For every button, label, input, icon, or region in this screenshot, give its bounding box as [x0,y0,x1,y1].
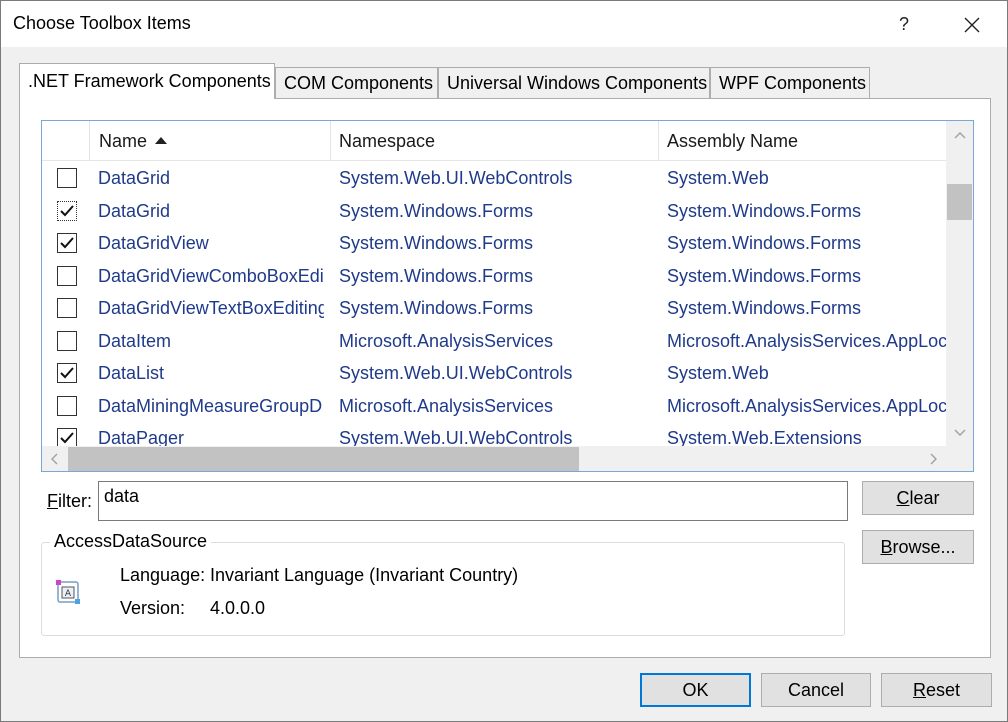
namespace-cell: System.Web.UI.WebControls [339,363,573,383]
assembly-name-cell: System.Web [667,363,769,383]
clear-button[interactable]: Clear [862,481,974,515]
reset-button[interactable]: Reset [881,673,992,707]
assembly-name-cell: System.Web [667,168,769,188]
chevron-up-icon [954,132,965,139]
checkbox-column-header[interactable] [42,121,90,161]
column-header-assembly-name[interactable]: Assembly Name [659,121,946,161]
row-checkbox[interactable] [57,265,77,286]
language-value: Invariant Language (Invariant Country) [210,565,519,585]
assembly-name-cell: System.Windows.Forms [667,200,862,221]
component-name-cell: DataList [98,363,165,383]
namespace-cell: System.Windows.Forms [339,233,534,253]
component-details-group: AccessDataSource A Language: Invariant L… [41,531,845,636]
table-row[interactable]: DataGrid System.Windows.Forms System.Windo… [42,195,946,228]
table-row[interactable]: DataList System.Web.UI.WebControls System.… [42,357,946,390]
list-header: Name Namespace Assembly Name [42,121,946,161]
ok-button[interactable]: OK [640,673,751,707]
chevron-down-icon [954,429,965,436]
table-row[interactable]: DataMiningMeasureGroupD Microsoft.Analysi… [42,390,946,423]
component-name-cell: DataGridViewTextBoxEditing [98,298,324,318]
component-name-cell: DataGrid [98,168,171,188]
namespace-cell: System.Windows.Forms [339,298,534,318]
tab-panel: Name Namespace Assembly Name DataGrid Sys… [19,98,991,658]
namespace-cell: Microsoft.AnalysisServices [339,395,554,416]
horizontal-scroll-thumb[interactable] [68,447,579,471]
choose-toolbox-items-dialog: Choose Toolbox Items ? .NET Framework Co… [0,0,1008,722]
close-icon [964,17,980,33]
scroll-up-button[interactable] [946,125,973,147]
filter-label: Filter: [47,491,93,511]
title-bar: Choose Toolbox Items ? [1,1,1007,47]
scroll-right-button[interactable] [922,446,944,471]
table-row[interactable]: DataGridViewComboBoxEdit System.Windows.F… [42,260,946,293]
component-name-cell: DataMiningMeasureGroupD [98,395,323,416]
row-checkbox[interactable] [57,330,77,351]
component-name-cell: DataGridViewComboBoxEdit [98,265,324,286]
tab-wpf-components[interactable]: WPF Components [710,67,870,99]
namespace-cell: System.Web.UI.WebControls [339,168,573,188]
checkmark-icon [60,237,74,249]
window-title: Choose Toolbox Items [13,13,191,33]
row-checkbox[interactable] [57,363,77,383]
version-label: Version: [120,598,186,618]
vertical-scrollbar[interactable] [946,121,973,446]
row-checkbox[interactable] [57,395,77,416]
table-row[interactable]: DataPager System.Web.UI.WebControls System… [42,422,946,447]
checkmark-icon [60,432,74,444]
tab-net-framework-components[interactable]: .NET Framework Components [19,63,275,99]
namespace-cell: Microsoft.AnalysisServices [339,330,554,351]
component-name-cell: DataPager [98,428,185,447]
component-details-title: AccessDataSource [50,531,212,552]
table-row[interactable]: DataGridView System.Windows.Forms System.W… [42,227,946,260]
scroll-down-button[interactable] [946,421,973,443]
component-icon: A [56,580,80,604]
version-value: 4.0.0.0 [210,598,266,618]
row-checkbox[interactable] [57,233,77,253]
table-row[interactable]: DataItem Microsoft.AnalysisServices Micros… [42,325,946,358]
chevron-left-icon [51,453,58,465]
tab-universal-windows-components[interactable]: Universal Windows Components [438,67,710,99]
component-name-cell: DataItem [98,330,172,351]
column-header-name-label: Name [99,131,148,151]
row-checkbox[interactable] [57,298,77,318]
table-row[interactable]: DataGrid System.Web.UI.WebControls System.… [42,162,946,195]
chevron-right-icon [930,453,937,465]
help-button[interactable]: ? [887,7,921,41]
tab-com-components[interactable]: COM Components [275,67,438,99]
assembly-name-cell: Microsoft.AnalysisServices.AppLoca [667,395,946,416]
browse-button[interactable]: Browse... [862,530,974,564]
namespace-cell: System.Windows.Forms [339,265,534,286]
assembly-name-cell: System.Windows.Forms [667,233,862,253]
column-header-name[interactable]: Name [90,121,331,161]
assembly-name-cell: System.Windows.Forms [667,298,862,318]
sort-ascending-icon [155,137,168,144]
horizontal-scrollbar[interactable] [42,446,973,471]
close-button[interactable] [953,7,991,41]
row-checkbox[interactable] [57,200,77,221]
filter-input[interactable] [98,481,848,521]
table-row[interactable]: DataGridViewTextBoxEditing System.Windows… [42,292,946,325]
scroll-left-button[interactable] [44,446,66,471]
row-checkbox[interactable] [57,168,77,188]
row-checkbox[interactable] [57,428,77,447]
namespace-cell: System.Web.UI.WebControls [339,428,573,447]
cancel-button[interactable]: Cancel [761,673,871,707]
language-label: Language: [120,565,206,585]
svg-text:A: A [65,589,72,599]
checkmark-icon [60,204,74,216]
vertical-scroll-thumb[interactable] [947,184,972,220]
assembly-name-cell: Microsoft.AnalysisServices.AppLoca [667,330,946,351]
namespace-cell: System.Windows.Forms [339,200,534,221]
assembly-name-cell: System.Web.Extensions [667,428,862,447]
list-rows: DataGrid System.Web.UI.WebControls System.… [42,162,946,447]
column-header-namespace[interactable]: Namespace [331,121,659,161]
component-name-cell: DataGridView [98,233,209,253]
components-list[interactable]: Name Namespace Assembly Name DataGrid Sys… [41,120,974,472]
checkmark-icon [60,367,74,379]
component-name-cell: DataGrid [98,200,171,221]
assembly-name-cell: System.Windows.Forms [667,265,862,286]
